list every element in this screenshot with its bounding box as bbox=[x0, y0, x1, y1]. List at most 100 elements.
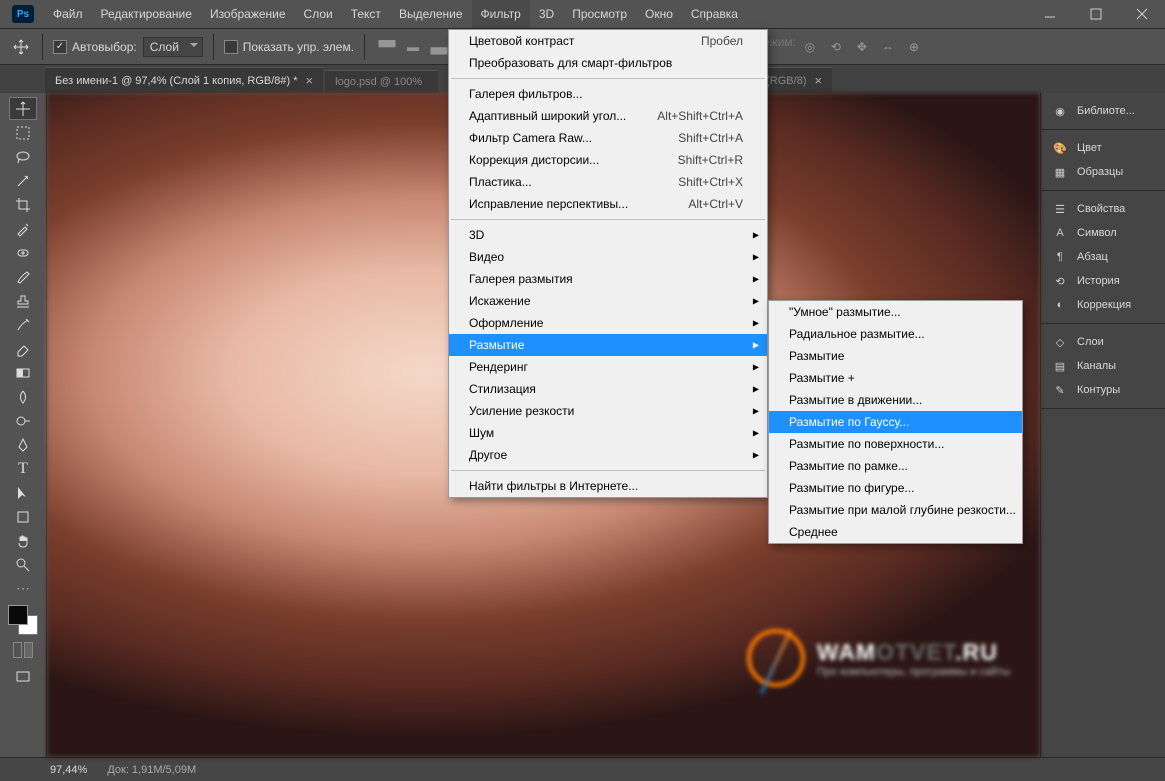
dodge-tool[interactable] bbox=[9, 409, 37, 432]
eyedropper-tool[interactable] bbox=[9, 217, 37, 240]
menu-item[interactable]: Галерея фильтров... bbox=[449, 83, 767, 105]
screen-mode[interactable] bbox=[9, 665, 37, 688]
submenu-item[interactable]: Размытие по Гауссу... bbox=[769, 411, 1022, 433]
history-icon: ⟲ bbox=[1051, 273, 1069, 289]
menu-item[interactable]: 3D bbox=[449, 224, 767, 246]
panel-channels[interactable]: ▤Каналы bbox=[1041, 354, 1165, 378]
menu-item[interactable]: Пластика...Shift+Ctrl+X bbox=[449, 171, 767, 193]
zoom-level[interactable]: 97,44% bbox=[50, 764, 87, 776]
submenu-item[interactable]: Размытие по фигуре... bbox=[769, 477, 1022, 499]
menu-выделение[interactable]: Выделение bbox=[390, 0, 472, 28]
menu-item[interactable]: Размытие bbox=[449, 334, 767, 356]
3d-roll-icon[interactable]: ⟲ bbox=[824, 35, 848, 59]
divider bbox=[364, 34, 365, 60]
close-button[interactable] bbox=[1119, 0, 1165, 28]
submenu-item[interactable]: Размытие bbox=[769, 345, 1022, 367]
tab-active[interactable]: Без имени-1 @ 97,4% (Слой 1 копия, RGB/8… bbox=[45, 67, 323, 93]
close-icon[interactable]: × bbox=[814, 73, 822, 88]
stamp-tool[interactable] bbox=[9, 289, 37, 312]
blur-tool[interactable] bbox=[9, 385, 37, 408]
menu-просмотр[interactable]: Просмотр bbox=[563, 0, 636, 28]
panel-layers[interactable]: ◇Слои bbox=[1041, 330, 1165, 354]
submenu-item[interactable]: Размытие + bbox=[769, 367, 1022, 389]
shortcut: Пробел bbox=[671, 34, 743, 48]
submenu-item[interactable]: Размытие в движении... bbox=[769, 389, 1022, 411]
menu-изображение[interactable]: Изображение bbox=[201, 0, 295, 28]
brush-tool[interactable] bbox=[9, 265, 37, 288]
menu-item[interactable]: Коррекция дисторсии...Shift+Ctrl+R bbox=[449, 149, 767, 171]
layer-dropdown[interactable]: Слой bbox=[143, 37, 203, 57]
fg-swatch[interactable] bbox=[8, 605, 28, 625]
show-controls-checkbox[interactable]: Показать упр. элем. bbox=[224, 40, 354, 54]
menu-item[interactable]: Искажение bbox=[449, 290, 767, 312]
menu-item[interactable]: Цветовой контрастПробел bbox=[449, 30, 767, 52]
zoom-tool[interactable] bbox=[9, 553, 37, 576]
menu-item[interactable]: Другое bbox=[449, 444, 767, 466]
menu-слои[interactable]: Слои bbox=[295, 0, 342, 28]
menu-item[interactable]: Исправление перспективы...Alt+Ctrl+V bbox=[449, 193, 767, 215]
history-brush-tool[interactable] bbox=[9, 313, 37, 336]
menu-item[interactable]: Найти фильтры в Интернете... bbox=[449, 475, 767, 497]
color-swatches[interactable] bbox=[8, 605, 38, 635]
menu-item[interactable]: Адаптивный широкий угол...Alt+Shift+Ctrl… bbox=[449, 105, 767, 127]
3d-pan-icon[interactable]: ✥ bbox=[850, 35, 874, 59]
submenu-item[interactable]: Радиальное размытие... bbox=[769, 323, 1022, 345]
marquee-tool[interactable] bbox=[9, 121, 37, 144]
menu-фильтр[interactable]: Фильтр bbox=[472, 0, 530, 28]
menu-item[interactable]: Усиление резкости bbox=[449, 400, 767, 422]
wand-tool[interactable] bbox=[9, 169, 37, 192]
eraser-tool[interactable] bbox=[9, 337, 37, 360]
menu-item[interactable]: Шум bbox=[449, 422, 767, 444]
3d-orbit-icon[interactable]: ◎ bbox=[798, 35, 822, 59]
panel-para[interactable]: ¶Абзац bbox=[1041, 245, 1165, 269]
maximize-button[interactable] bbox=[1073, 0, 1119, 28]
lasso-tool[interactable] bbox=[9, 145, 37, 168]
panel-props[interactable]: ☰Свойства bbox=[1041, 197, 1165, 221]
type-tool[interactable]: T bbox=[9, 457, 37, 480]
close-icon[interactable]: × bbox=[306, 73, 314, 88]
panel-adjust[interactable]: ◐Коррекция bbox=[1041, 293, 1165, 317]
panel-paths[interactable]: ✎Контуры bbox=[1041, 378, 1165, 402]
menu-item[interactable]: Видео bbox=[449, 246, 767, 268]
submenu-item[interactable]: Среднее bbox=[769, 521, 1022, 543]
submenu-item[interactable]: Размытие по рамке... bbox=[769, 455, 1022, 477]
mask-mode-toggle[interactable] bbox=[13, 642, 33, 658]
panel-palette[interactable]: 🎨Цвет bbox=[1041, 136, 1165, 160]
align-vcenter-icon[interactable]: ▬ bbox=[401, 35, 425, 59]
more-tools[interactable]: ⋯ bbox=[9, 577, 37, 600]
3d-zoom-icon[interactable]: ⊕ bbox=[902, 35, 926, 59]
shape-tool[interactable] bbox=[9, 505, 37, 528]
submenu-item[interactable]: Размытие по поверхности... bbox=[769, 433, 1022, 455]
move-tool[interactable] bbox=[9, 97, 37, 120]
panel-char[interactable]: AСимвол bbox=[1041, 221, 1165, 245]
menu-item[interactable]: Галерея размытия bbox=[449, 268, 767, 290]
submenu-item[interactable]: "Умное" размытие... bbox=[769, 301, 1022, 323]
panel-cc[interactable]: ◉Библиоте... bbox=[1041, 99, 1165, 123]
menu-файл[interactable]: Файл bbox=[44, 0, 92, 28]
menu-item[interactable]: Фильтр Camera Raw...Shift+Ctrl+A bbox=[449, 127, 767, 149]
menu-редактирование[interactable]: Редактирование bbox=[92, 0, 201, 28]
crop-tool[interactable] bbox=[9, 193, 37, 216]
align-top-icon[interactable]: ▀▀ bbox=[375, 35, 399, 59]
panel-swatches[interactable]: ▦Образцы bbox=[1041, 160, 1165, 184]
menu-3d[interactable]: 3D bbox=[530, 0, 563, 28]
menu-текст[interactable]: Текст bbox=[342, 0, 390, 28]
menu-справка[interactable]: Справка bbox=[682, 0, 747, 28]
path-select-tool[interactable] bbox=[9, 481, 37, 504]
menu-окно[interactable]: Окно bbox=[636, 0, 682, 28]
doc-size[interactable]: Док: 1,91M/5,09M bbox=[107, 764, 196, 776]
3d-slide-icon[interactable]: ⇔ bbox=[876, 35, 900, 59]
menu-item[interactable]: Стилизация bbox=[449, 378, 767, 400]
submenu-item[interactable]: Размытие при малой глубине резкости... bbox=[769, 499, 1022, 521]
gradient-tool[interactable] bbox=[9, 361, 37, 384]
pen-tool[interactable] bbox=[9, 433, 37, 456]
panel-history[interactable]: ⟲История bbox=[1041, 269, 1165, 293]
minimize-button[interactable] bbox=[1027, 0, 1073, 28]
hand-tool[interactable] bbox=[9, 529, 37, 552]
tab[interactable]: logo.psd @ 100% bbox=[325, 70, 438, 93]
menu-item[interactable]: Оформление bbox=[449, 312, 767, 334]
autoselect-checkbox[interactable]: Автовыбор: bbox=[53, 40, 137, 54]
healing-tool[interactable] bbox=[9, 241, 37, 264]
menu-item[interactable]: Рендеринг bbox=[449, 356, 767, 378]
menu-item[interactable]: Преобразовать для смарт-фильтров bbox=[449, 52, 767, 74]
